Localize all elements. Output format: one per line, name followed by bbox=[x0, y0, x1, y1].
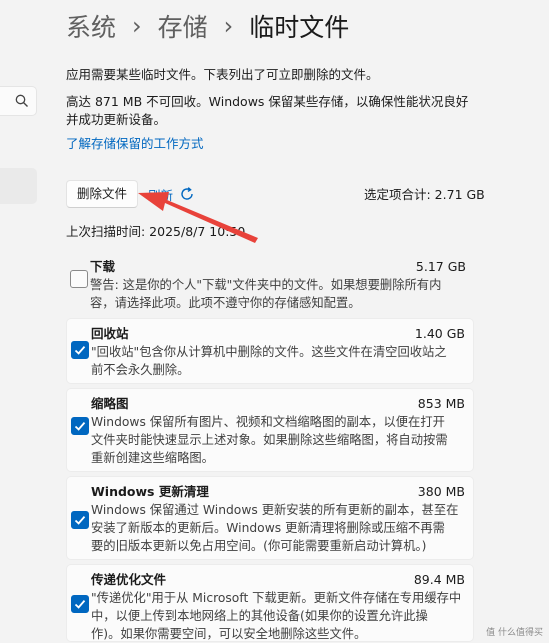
item-description: Windows 保留通过 Windows 更新安装的所有更新的副本，甚至在 安装了… bbox=[91, 501, 471, 555]
item-name: 下载 bbox=[90, 259, 116, 274]
delete-files-button[interactable]: 删除文件 bbox=[66, 180, 138, 208]
item-name: Windows 更新清理 bbox=[91, 484, 209, 499]
intro-text: 应用需要某些临时文件。下表列出了可立即删除的文件。 bbox=[66, 67, 379, 82]
breadcrumb-separator: › bbox=[223, 12, 234, 40]
checkmark-icon bbox=[74, 422, 86, 431]
item-checkbox[interactable] bbox=[71, 511, 89, 529]
reserved-storage-text: 高达 871 MB 不可回收。Windows 保留某些存储，以确保性能状况良好 bbox=[66, 94, 469, 109]
item-description-line: 作)。如果你需要空间，可以安全地删除这些文件。 bbox=[91, 627, 367, 641]
learn-more-link[interactable]: 了解存储保留的工作方式 bbox=[66, 135, 204, 153]
item-description-line: "回收站"包含你从计算机中删除的文件。这些文件在清空回收站之 bbox=[91, 345, 447, 359]
sidebar-search-box[interactable] bbox=[0, 86, 37, 116]
last-scan-time: 上次扫描时间: 2025/8/7 10:50 bbox=[66, 224, 246, 239]
temp-file-item[interactable]: 回收站 1.40 GB "回收站"包含你从计算机中删除的文件。这些文件在清空回收站之… bbox=[66, 318, 474, 384]
checkmark-icon bbox=[74, 346, 86, 355]
breadcrumb-separator: › bbox=[132, 12, 142, 40]
item-name: 缩略图 bbox=[91, 396, 129, 411]
item-size: 1.40 GB bbox=[414, 326, 465, 341]
item-size: 853 MB bbox=[417, 396, 465, 411]
page-title: 临时文件 bbox=[249, 13, 350, 42]
breadcrumb: 系统 › 存储 › 临时文件 bbox=[66, 8, 349, 44]
item-description-line: 容，请选择此项。此项不遵守你的存储感知配置。 bbox=[90, 296, 361, 310]
item-description-line: 要的旧版本更新以免占用空间。(你可能需要重新启动计算机。) bbox=[91, 539, 427, 553]
item-description-line: 警告: 这是你的个人"下载"文件夹中的文件。如果想要删除所有内 bbox=[90, 278, 442, 292]
sidebar-selected-item[interactable] bbox=[0, 168, 37, 204]
checkmark-icon bbox=[74, 600, 86, 609]
item-size: 89.4 MB bbox=[413, 572, 465, 587]
watermark: 值 什么值得买 bbox=[486, 628, 543, 638]
item-checkbox[interactable] bbox=[71, 417, 89, 435]
item-checkbox[interactable] bbox=[71, 595, 89, 613]
refresh-icon bbox=[179, 186, 195, 202]
item-description-line: 安装了新版本的更新后。Windows 更新清理将删除或压缩不再需 bbox=[91, 521, 445, 535]
selected-total: 选定项合计: 2.71 GB bbox=[364, 187, 485, 202]
item-description-line: Windows 保留通过 Windows 更新安装的所有更新的副本，甚至在 bbox=[91, 503, 459, 517]
item-description-line: 前不会永久删除。 bbox=[91, 363, 190, 377]
item-description: 警告: 这是你的个人"下载"文件夹中的文件。如果想要删除所有内 容，请选择此项。此… bbox=[90, 276, 470, 312]
temp-file-item[interactable]: 传递优化文件 89.4 MB "传递优化"用于从 Microsoft 下载更新。更新… bbox=[66, 564, 474, 642]
refresh-button[interactable]: 刷新 bbox=[148, 180, 195, 208]
item-name: 回收站 bbox=[91, 326, 129, 341]
item-description: "传递优化"用于从 Microsoft 下载更新。更新文件存储在专用缓存中 中，以… bbox=[91, 589, 471, 643]
temp-file-item[interactable]: 下载 5.17 GB 警告: 这是你的个人"下载"文件夹中的文件。如果想要删除所有内… bbox=[66, 252, 474, 310]
reserved-storage-text-cont: 并成功更新设备。 bbox=[66, 112, 167, 127]
item-description-line: Windows 保留所有图片、视频和文档缩略图的副本，以便在打开 bbox=[91, 415, 445, 429]
item-description: "回收站"包含你从计算机中删除的文件。这些文件在清空回收站之 前不会永久删除。 bbox=[91, 343, 471, 379]
search-icon bbox=[15, 93, 29, 107]
item-size: 380 MB bbox=[417, 484, 465, 499]
item-description-line: 文件夹时能快速显示上述对象。如果删除这些缩略图，将自动按需 bbox=[91, 433, 448, 447]
breadcrumb-system[interactable]: 系统 bbox=[66, 8, 116, 44]
item-name: 传递优化文件 bbox=[91, 572, 167, 587]
item-size: 5.17 GB bbox=[415, 259, 466, 274]
item-description: Windows 保留所有图片、视频和文档缩略图的副本，以便在打开 文件夹时能快速显… bbox=[91, 413, 471, 467]
breadcrumb-storage[interactable]: 存储 bbox=[158, 8, 208, 44]
item-checkbox[interactable] bbox=[70, 270, 88, 288]
item-description-line: 中，以便上传到本地网络上的其他设备(如果你的设置允许此操 bbox=[91, 609, 428, 623]
item-checkbox[interactable] bbox=[71, 341, 89, 359]
temp-file-item[interactable]: 缩略图 853 MB Windows 保留所有图片、视频和文档缩略图的副本，以便在打… bbox=[66, 388, 474, 472]
checkmark-icon bbox=[74, 516, 86, 525]
item-description-line: "传递优化"用于从 Microsoft 下载更新。更新文件存储在专用缓存中 bbox=[91, 591, 462, 605]
refresh-label: 刷新 bbox=[148, 187, 174, 203]
temp-file-item[interactable]: Windows 更新清理 380 MB Windows 保留通过 Windows 更… bbox=[66, 476, 474, 560]
item-description-line: 重新创建这些缩略图。 bbox=[91, 451, 214, 465]
